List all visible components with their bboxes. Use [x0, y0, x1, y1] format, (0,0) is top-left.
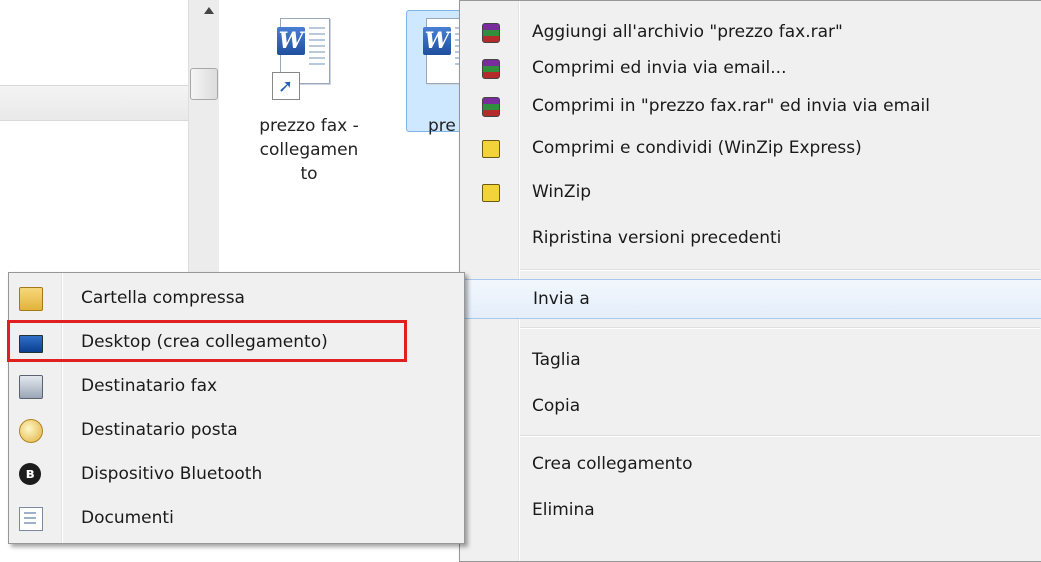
menu-item-add-to-archive[interactable]: Aggiungi all'archivio "prezzo fax.rar": [460, 13, 1041, 51]
highlight-box: [7, 320, 407, 362]
bluetooth-icon: ʙ: [19, 463, 41, 485]
winzip-icon: [482, 140, 500, 158]
submenu-item-label: Destinatario fax: [81, 376, 218, 396]
file-label-shortcut[interactable]: prezzo fax - collegamen to: [244, 114, 374, 186]
winzip-icon: [482, 184, 500, 202]
menu-item-label: Taglia: [532, 350, 581, 370]
mail-icon: [19, 419, 43, 443]
submenu-item-label: Dispositivo Bluetooth: [81, 464, 263, 484]
menu-item-winzip[interactable]: WinZip: [460, 173, 1041, 211]
menu-item-label: Comprimi e condividi (WinZip Express): [532, 138, 862, 158]
zip-folder-icon: [19, 287, 43, 311]
menu-item-label: WinZip: [532, 182, 592, 202]
menu-item-compress-email[interactable]: Comprimi ed invia via email...: [460, 49, 1041, 87]
menu-item-label: Elimina: [532, 500, 595, 520]
submenu-item-label: Cartella compressa: [81, 288, 245, 308]
submenu-item-documents[interactable]: Documenti: [9, 499, 464, 537]
file-label-line: to: [300, 164, 318, 184]
menu-item-delete[interactable]: Elimina: [460, 491, 1041, 529]
winrar-icon: [482, 23, 500, 43]
shortcut-arrow-icon: ➚: [272, 72, 300, 100]
file-label-selected[interactable]: pre: [428, 114, 458, 138]
menu-item-label: Comprimi in "prezzo fax.rar" ed invia vi…: [532, 96, 930, 116]
send-to-submenu: Cartella compressa Desktop (crea collega…: [8, 272, 465, 544]
menu-separator: [520, 269, 1040, 271]
submenu-item-compressed-folder[interactable]: Cartella compressa: [9, 279, 464, 317]
submenu-item-bluetooth[interactable]: ʙ Dispositivo Bluetooth: [9, 455, 464, 493]
menu-item-label: Ripristina versioni precedenti: [532, 228, 782, 248]
menu-item-label: Crea collegamento: [532, 454, 693, 474]
menu-item-label: Aggiungi all'archivio "prezzo fax.rar": [532, 22, 843, 42]
file-label-line: pre: [428, 116, 456, 136]
context-menu: Aggiungi all'archivio "prezzo fax.rar" C…: [459, 0, 1041, 562]
menu-separator: [520, 435, 1040, 437]
menu-item-winzip-express[interactable]: Comprimi e condividi (WinZip Express): [460, 129, 1041, 167]
scroll-up-arrow-icon[interactable]: [200, 4, 218, 18]
menu-item-compress-rar-email[interactable]: Comprimi in "prezzo fax.rar" ed invia vi…: [460, 87, 1041, 125]
winrar-icon: [482, 59, 500, 79]
submenu-item-mail[interactable]: Destinatario posta: [9, 411, 464, 449]
word-shortcut-icon[interactable]: W ➚: [272, 14, 336, 100]
fax-icon: [19, 375, 43, 399]
menu-item-label: Comprimi ed invia via email...: [532, 58, 787, 78]
submenu-item-fax[interactable]: Destinatario fax: [9, 367, 464, 405]
menu-item-create-shortcut[interactable]: Crea collegamento: [460, 445, 1041, 483]
menu-item-copy[interactable]: Copia: [460, 387, 1041, 425]
menu-item-label: Copia: [532, 396, 581, 416]
menu-separator: [520, 327, 1040, 329]
menu-item-cut[interactable]: Taglia: [460, 341, 1041, 379]
winrar-icon: [482, 97, 500, 117]
menu-item-label: Invia a: [533, 289, 590, 309]
navigation-row[interactable]: [0, 85, 200, 121]
menu-item-restore-versions[interactable]: Ripristina versioni precedenti: [460, 219, 1041, 257]
scrollbar-thumb[interactable]: [190, 68, 218, 100]
submenu-item-label: Destinatario posta: [81, 420, 238, 440]
word-document-icon[interactable]: W: [418, 14, 462, 92]
submenu-item-label: Documenti: [81, 508, 174, 528]
file-label-line: prezzo fax -: [259, 116, 359, 136]
file-label-line: collegamen: [259, 140, 359, 160]
documents-icon: [19, 507, 43, 531]
menu-item-send-to[interactable]: Invia a: [462, 279, 1041, 319]
